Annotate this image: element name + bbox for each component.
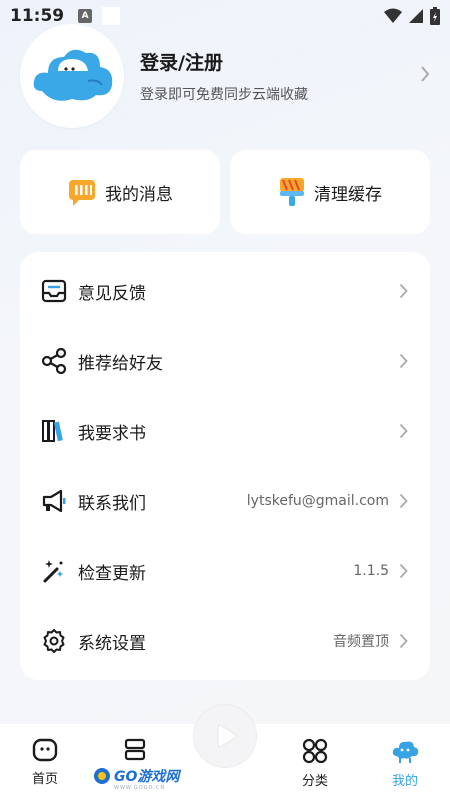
message-icon	[69, 180, 95, 206]
menu-item-check-update[interactable]: 检查更新 1.1.5	[20, 536, 430, 606]
magic-wand-icon	[40, 557, 68, 585]
bookshelf-icon	[124, 738, 146, 761]
chevron-right-icon[interactable]	[420, 65, 430, 87]
watermark-subtext: WWW.GOGO.CN	[114, 785, 166, 791]
nav-label-home: 首页	[31, 772, 58, 787]
chevron-right-icon	[399, 423, 408, 439]
settings-value: 音频置顶	[333, 634, 389, 650]
nav-profile[interactable]: 我的	[360, 724, 450, 800]
login-title[interactable]: 登录/注册	[140, 48, 308, 75]
chevron-right-icon	[399, 283, 408, 299]
status-time: 11:59	[10, 6, 65, 26]
nav-category[interactable]: 分类	[270, 724, 360, 800]
nav-label-profile: 我的	[391, 774, 418, 789]
contact-email: lytskefu@gmail.com	[246, 493, 389, 509]
profile-icon	[392, 741, 419, 763]
menu-item-contact[interactable]: 联系我们 lytskefu@gmail.com	[20, 466, 430, 536]
books-icon	[40, 417, 68, 445]
nav-label-category: 分类	[301, 774, 328, 789]
app-version: 1.1.5	[353, 563, 389, 579]
watermark-icon	[94, 768, 110, 784]
wifi-icon	[384, 8, 402, 23]
chevron-right-icon	[399, 493, 408, 509]
menu-item-recommend[interactable]: 推荐给好友	[20, 326, 430, 396]
login-subtitle: 登录即可免费同步云端收藏	[140, 87, 308, 103]
clear-cache-card[interactable]: 清理缓存	[230, 150, 430, 234]
menu-label-contact: 联系我们	[78, 493, 146, 514]
home-icon	[32, 738, 58, 762]
broom-icon	[280, 178, 304, 206]
menu-item-settings[interactable]: 系统设置 音频置顶	[20, 606, 430, 676]
chevron-right-icon	[399, 353, 408, 369]
nav-home[interactable]: 首页	[0, 724, 90, 800]
notification-icon: A	[78, 9, 93, 23]
my-messages-card[interactable]: 我的消息	[20, 150, 220, 234]
menu-label-request-book: 我要求书	[78, 423, 146, 444]
watermark-logo: GO游戏网 WWW.GOGO.CN	[92, 766, 180, 791]
play-icon	[217, 724, 237, 748]
avatar[interactable]	[20, 24, 124, 128]
chevron-right-icon	[399, 563, 408, 579]
clear-cache-label: 清理缓存	[314, 184, 382, 205]
menu-label-check-update: 检查更新	[78, 563, 146, 584]
share-icon	[40, 347, 68, 375]
watermark-text: GO游戏网	[114, 769, 180, 785]
cloud-mascot-icon	[33, 49, 113, 101]
menu-label-recommend: 推荐给好友	[78, 353, 163, 374]
chevron-right-icon	[399, 633, 408, 649]
profile-header[interactable]: 登录/注册 登录即可免费同步云端收藏	[20, 24, 430, 128]
settings-menu: 意见反馈 推荐给好友 我要求书 联系我们 lytskefu@gmail.com …	[20, 252, 430, 680]
signal-icon	[409, 9, 423, 23]
menu-label-feedback: 意见反馈	[78, 283, 146, 304]
menu-label-settings: 系统设置	[78, 633, 146, 654]
my-messages-label: 我的消息	[105, 184, 173, 205]
gear-icon	[40, 627, 68, 655]
menu-item-request-book[interactable]: 我要求书	[20, 396, 430, 466]
megaphone-icon	[40, 487, 68, 515]
notification-box-icon	[102, 7, 121, 25]
inbox-icon	[40, 277, 68, 305]
category-icon	[302, 738, 328, 764]
battery-icon	[430, 7, 440, 25]
center-play-button[interactable]	[193, 704, 257, 768]
menu-item-feedback[interactable]: 意见反馈	[20, 256, 430, 326]
